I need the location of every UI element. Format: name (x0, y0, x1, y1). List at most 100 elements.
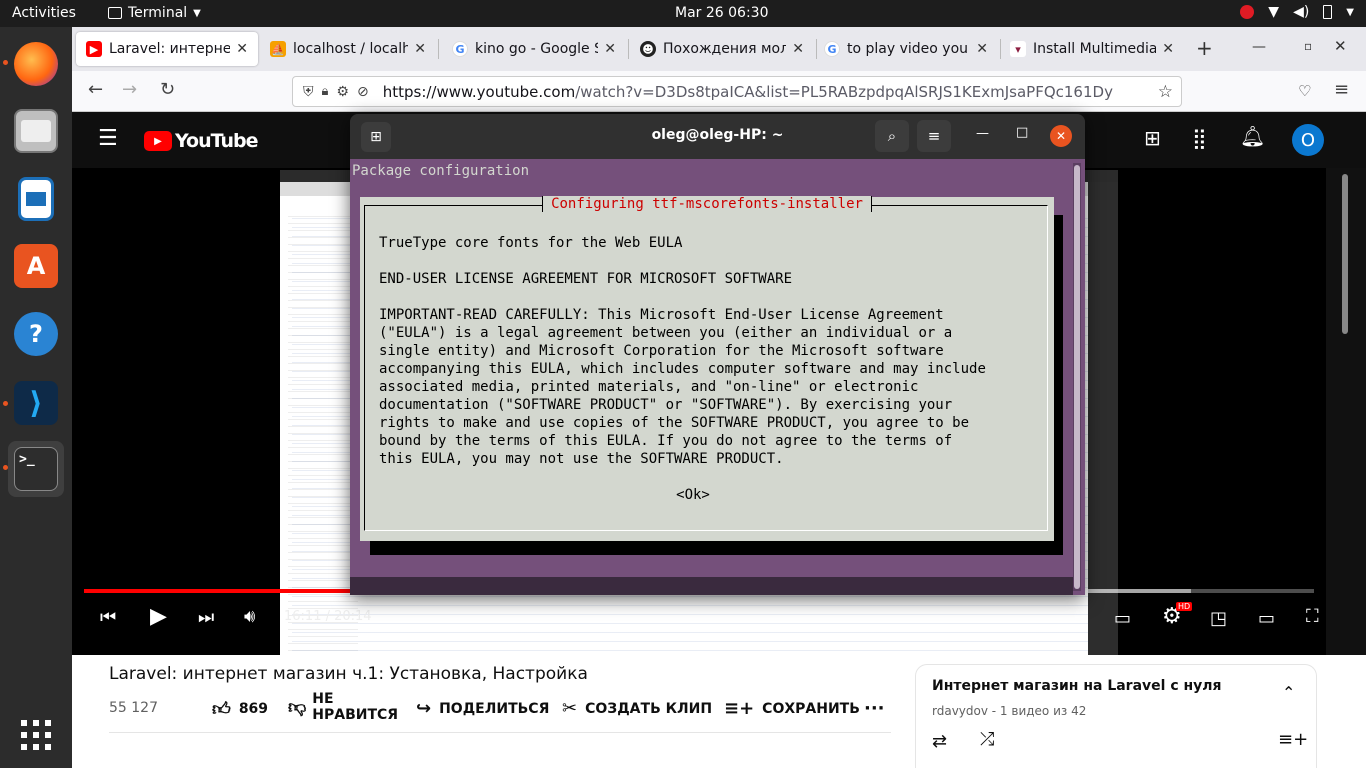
files-icon[interactable] (8, 103, 64, 159)
next-icon[interactable]: ⏭ (198, 607, 214, 628)
fullscreen-icon[interactable]: ⛶ (1306, 606, 1319, 627)
close-icon[interactable]: ✕ (792, 41, 804, 57)
system-tray[interactable]: ▼ ◀) ▼ (1240, 4, 1354, 20)
tab-laravel[interactable]: ▶ Laravel: интернет м ✕ (76, 32, 258, 66)
dislike-button[interactable]: 👎︎ НЕ НРАВИТСЯ (288, 691, 399, 723)
apps-icon[interactable]: ⣿ (1192, 126, 1207, 150)
eula-line: this EULA, you may not use the SOFTWARE … (379, 451, 784, 467)
youtube-logo-text: YouTube (175, 130, 258, 152)
tab-pokhozhdeniya[interactable]: ☻ Похождения моло ✕ (630, 32, 814, 66)
maximize-icon[interactable]: □ (1016, 125, 1028, 140)
package-configuration-label: Package configuration (352, 163, 530, 179)
autoplay-blocked-icon[interactable]: ⊘ (357, 84, 369, 100)
save-button[interactable]: ≡+ СОХРАНИТЬ (724, 698, 860, 719)
writer-icon[interactable] (8, 171, 64, 227)
apps-grid-icon[interactable] (8, 707, 64, 763)
clip-button[interactable]: ✂ СОЗДАТЬ КЛИП (562, 698, 712, 719)
search-icon[interactable]: ⌕ (875, 120, 909, 152)
url-bar[interactable]: ⛨ 🔒︎ ⚙ ⊘ https://www.youtube.com/watch?v… (292, 76, 1182, 107)
close-icon[interactable]: ✕ (976, 41, 988, 57)
create-video-icon[interactable]: ⊞ (1144, 126, 1161, 150)
volume-icon[interactable]: 🔊︎ (244, 606, 255, 627)
buffer-fill (1068, 589, 1191, 593)
bookmark-star-icon[interactable]: ☆ (1158, 82, 1173, 102)
playlist-title[interactable]: Интернет магазин на Laravel с нуля (932, 678, 1222, 694)
avatar[interactable]: O (1292, 124, 1324, 156)
view-count: 55 127 (109, 700, 158, 716)
like-button[interactable]: 👍︎ 869 (212, 698, 268, 720)
terminal-scrollbar[interactable] (1073, 163, 1081, 591)
help-icon[interactable]: ? (8, 306, 64, 362)
ok-button[interactable]: <Ok> (676, 487, 710, 503)
tab-install-multimedia[interactable]: ▾ Install Multimedia C ✕ (1000, 32, 1184, 66)
playlist-meta: rdavydov - 1 видео из 42 (932, 704, 1087, 718)
loop-icon[interactable]: ⇄ (932, 731, 947, 752)
playlist-panel: Интернет магазин на Laravel с нуля rdavy… (915, 664, 1317, 768)
record-icon[interactable] (1240, 5, 1255, 19)
more-actions-icon[interactable]: ··· (864, 698, 885, 719)
lock-icon[interactable]: 🔒︎ (322, 84, 329, 99)
shield-icon[interactable]: ⛨ (303, 84, 314, 100)
forward-icon[interactable]: → (122, 79, 137, 100)
reload-icon[interactable]: ↻ (160, 79, 175, 100)
clock[interactable]: Mar 26 06:30 (675, 5, 768, 21)
theater-mode-icon[interactable]: ▭ (1258, 608, 1275, 629)
notifications-bell-icon[interactable]: 🔔︎ (1240, 124, 1265, 148)
page-scrollbar[interactable] (1326, 168, 1366, 655)
terminal-bottom-strip (350, 577, 1073, 595)
subtitles-icon[interactable]: ▭ (1114, 608, 1131, 629)
hamburger-menu-icon[interactable]: ≡ (917, 120, 951, 152)
software-icon[interactable]: A (8, 238, 64, 294)
activities-button[interactable]: Activities (12, 5, 76, 21)
youtube-logo[interactable]: ▶ YouTube (144, 130, 258, 152)
minimize-icon[interactable]: — (976, 126, 989, 141)
close-window-button[interactable]: ✕ (1334, 37, 1347, 55)
youtube-icon: ▶ (86, 41, 102, 57)
tab-label: Laravel: интернет м (109, 41, 231, 57)
close-icon[interactable]: ✕ (1050, 125, 1072, 147)
app-menu[interactable]: Terminal ▼ (108, 5, 201, 21)
miniplayer-icon[interactable]: ◳ (1210, 608, 1227, 629)
pocket-icon[interactable]: ♡ (1298, 82, 1311, 100)
close-icon[interactable]: ✕ (236, 41, 248, 57)
permissions-icon[interactable]: ⚙ (336, 84, 349, 100)
maximize-button[interactable]: ▫ (1304, 39, 1312, 53)
minimize-button[interactable]: — (1252, 39, 1266, 55)
share-button[interactable]: ↪ ПОДЕЛИТЬСЯ (416, 698, 549, 719)
dialog-title-wrap: Configuring ttf-mscorefonts-installer (360, 196, 1054, 212)
tab-kino-go[interactable]: G kino go - Google Se ✕ (442, 32, 626, 66)
eula-line: documentation ("SOFTWARE PRODUCT" or "SO… (379, 397, 953, 413)
wifi-icon: ▼ (1268, 4, 1280, 20)
playlist-menu-icon[interactable]: ≡+ (1278, 729, 1308, 750)
clip-label: СОЗДАТЬ КЛИП (585, 700, 713, 717)
terminal-body[interactable]: Package configuration Configuring ttf-ms… (350, 159, 1085, 595)
dislike-label: НЕ НРАВИТСЯ (312, 691, 399, 723)
tab-to-play-video[interactable]: G to play video you m ✕ (814, 32, 998, 66)
previous-icon[interactable]: ⏮ (100, 607, 116, 628)
tab-label: kino go - Google Se (475, 41, 599, 57)
eula-line: rights to make and use copies of the SOF… (379, 415, 970, 431)
eula-line: ("EULA") is a legal agreement between yo… (379, 325, 953, 341)
video-title: Laravel: интернет магазин ч.1: Установка… (109, 664, 588, 684)
menu-icon[interactable]: ≡ (1334, 79, 1349, 100)
play-icon[interactable]: ▶ (150, 604, 167, 629)
video-info: Laravel: интернет магазин ч.1: Установка… (72, 655, 1366, 768)
google-icon: G (452, 41, 468, 57)
face-icon: ☻ (640, 41, 656, 57)
hamburger-icon[interactable]: ☰ (98, 126, 118, 151)
close-icon[interactable]: ✕ (604, 41, 616, 57)
playlist-add-icon: ≡+ (724, 698, 755, 719)
shuffle-icon[interactable]: ⤮ (980, 729, 994, 750)
back-icon[interactable]: ← (88, 79, 103, 100)
vscode-icon[interactable]: ⟩ (8, 375, 64, 431)
tab-localhost[interactable]: ⛵ localhost / localhos ✕ (260, 32, 436, 66)
new-tab-button[interactable]: + (1196, 36, 1213, 60)
close-icon[interactable]: ✕ (1162, 41, 1174, 57)
phpmyadmin-icon: ⛵ (270, 41, 286, 57)
close-icon[interactable]: ✕ (414, 41, 426, 57)
dialog-content: TrueType core fonts for the Web EULA END… (379, 234, 1007, 504)
firefox-icon[interactable] (8, 36, 64, 92)
terminal-icon[interactable]: >_ (8, 441, 64, 497)
chevron-up-icon[interactable]: ⌃ (1282, 683, 1295, 702)
tab-label: localhost / localhos (293, 41, 409, 57)
